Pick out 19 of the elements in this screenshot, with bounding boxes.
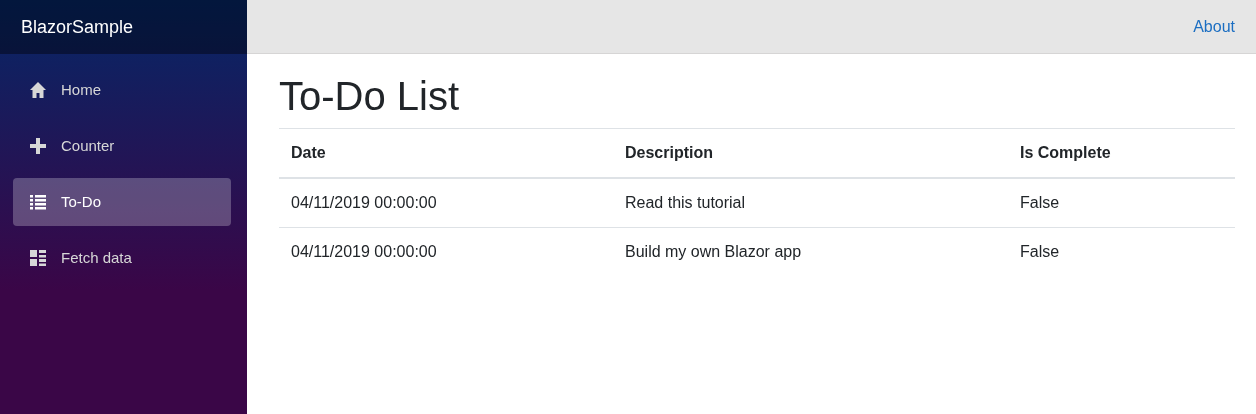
column-header: Description bbox=[613, 128, 1008, 178]
plus-icon bbox=[29, 137, 47, 155]
list-icon bbox=[29, 193, 47, 211]
table-cell: 04/11/2019 00:00:00 bbox=[279, 227, 613, 276]
table-cell: False bbox=[1008, 227, 1235, 276]
nav-item[interactable]: Home bbox=[13, 66, 231, 114]
layout-icon bbox=[29, 249, 47, 267]
nav-item[interactable]: Fetch data bbox=[13, 234, 231, 282]
column-header: Date bbox=[279, 128, 613, 178]
about-link[interactable]: About bbox=[1193, 14, 1235, 39]
table-cell: 04/11/2019 00:00:00 bbox=[279, 178, 613, 228]
table-cell: False bbox=[1008, 178, 1235, 228]
nav-item[interactable]: To-Do bbox=[13, 178, 231, 226]
home-icon bbox=[29, 81, 47, 99]
column-header: Is Complete bbox=[1008, 128, 1235, 178]
page-title: To-Do List bbox=[279, 73, 461, 120]
nav-item[interactable]: Counter bbox=[13, 122, 231, 170]
table-cell: Read this tutorial bbox=[613, 178, 1008, 228]
table-cell: Build my own Blazor app bbox=[613, 227, 1008, 276]
